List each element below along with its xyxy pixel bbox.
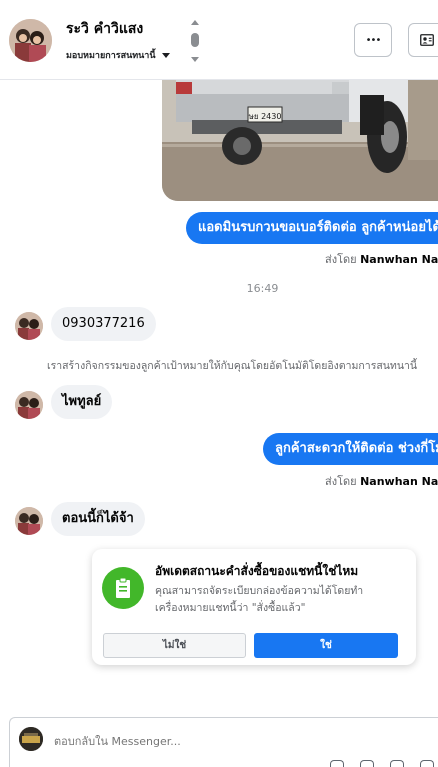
message-text: แอดมินรบกวนขอเบอร์ติดต่อ ลูกค้าหน่อยได้ไ…	[198, 220, 438, 235]
card-body: คุณสามารถจัดระเบียบกล่องข้อความได้โดยทำเ…	[155, 585, 364, 614]
reply-input[interactable]	[54, 735, 354, 748]
sent-by-label: ส่งโดย	[325, 253, 357, 266]
no-button[interactable]: ไม่ใช่	[103, 633, 246, 658]
contact-avatar[interactable]	[9, 19, 52, 62]
reply-toolbar	[330, 760, 434, 767]
emoji-icon[interactable]	[360, 760, 374, 767]
chevron-down-icon	[191, 57, 199, 62]
contact-avatar-small[interactable]	[15, 391, 43, 419]
conversation-header: ระวิ คำวิแสง มอบหมายการสนทนานี้ •••	[0, 0, 438, 80]
sender-name[interactable]: Nanwhan Na	[360, 253, 438, 266]
sent-by-line: ส่งโดย Nanwhan Na	[325, 250, 438, 268]
license-plate-text: ษย 2430	[249, 112, 282, 121]
contact-avatar-small[interactable]	[15, 312, 43, 340]
card-title: อัพเดตสถานะคำสั่งซื้อของแชทนี้ใช่ไหม	[155, 564, 359, 578]
more-options-button[interactable]: •••	[354, 23, 392, 57]
chevron-up-icon	[191, 20, 199, 25]
more-tools-icon[interactable]	[420, 760, 434, 767]
system-note: เราสร้างกิจกรรมของลูกค้าเป้าหมายให้กับคุ…	[47, 360, 418, 372]
assign-label: มอบหมายการสนทนานี้	[66, 51, 156, 61]
incoming-message[interactable]: ตอนนี้ก็ได้จ้า	[51, 502, 145, 536]
message-text: ตอนนี้ก็ได้จ้า	[62, 511, 134, 526]
shared-photo[interactable]: ษย 2430	[162, 80, 438, 201]
message-timestamp: 16:49	[246, 282, 279, 295]
order-icon	[102, 567, 144, 609]
sent-by-line: ส่งโดย Nanwhan Na	[325, 472, 438, 490]
message-text: 0930377216	[62, 316, 145, 331]
page-avatar	[19, 727, 43, 751]
saved-reply-icon[interactable]	[390, 760, 404, 767]
outgoing-message[interactable]: ลูกค้าสะดวกให้ติดต่อ ช่วงกี่โมง	[263, 433, 438, 465]
scroll-handle	[191, 33, 199, 47]
incoming-message[interactable]: 0930377216	[51, 307, 156, 341]
chevron-down-icon	[161, 52, 170, 58]
order-status-prompt-card: อัพเดตสถานะคำสั่งซื้อของแชทนี้ใช่ไหม คุณ…	[92, 549, 416, 665]
contact-name[interactable]: ระวิ คำวิแสง	[66, 18, 143, 40]
assign-conversation-dropdown[interactable]: มอบหมายการสนทนานี้	[66, 48, 170, 62]
outgoing-message[interactable]: แอดมินรบกวนขอเบอร์ติดต่อ ลูกค้าหน่อยได้ไ…	[186, 212, 438, 244]
reply-box[interactable]	[9, 717, 438, 767]
profile-card-icon	[420, 34, 434, 46]
message-text: ลูกค้าสะดวกให้ติดต่อ ช่วงกี่โมง	[275, 441, 438, 456]
truck-image: ษย 2430	[162, 80, 438, 201]
sent-by-label: ส่งโดย	[325, 475, 357, 488]
contact-avatar-small[interactable]	[15, 507, 43, 535]
attachment-icon[interactable]	[330, 760, 344, 767]
incoming-message[interactable]: ไพทูลย์	[51, 385, 113, 419]
more-icon: •••	[365, 34, 382, 46]
sender-name[interactable]: Nanwhan Na	[360, 475, 438, 488]
conversation-nav[interactable]	[188, 18, 202, 64]
message-text: ไพทูลย์	[62, 394, 102, 409]
contact-profile-button[interactable]	[408, 23, 438, 57]
avatar-photo	[9, 19, 52, 62]
yes-button[interactable]: ใช่	[254, 633, 398, 658]
